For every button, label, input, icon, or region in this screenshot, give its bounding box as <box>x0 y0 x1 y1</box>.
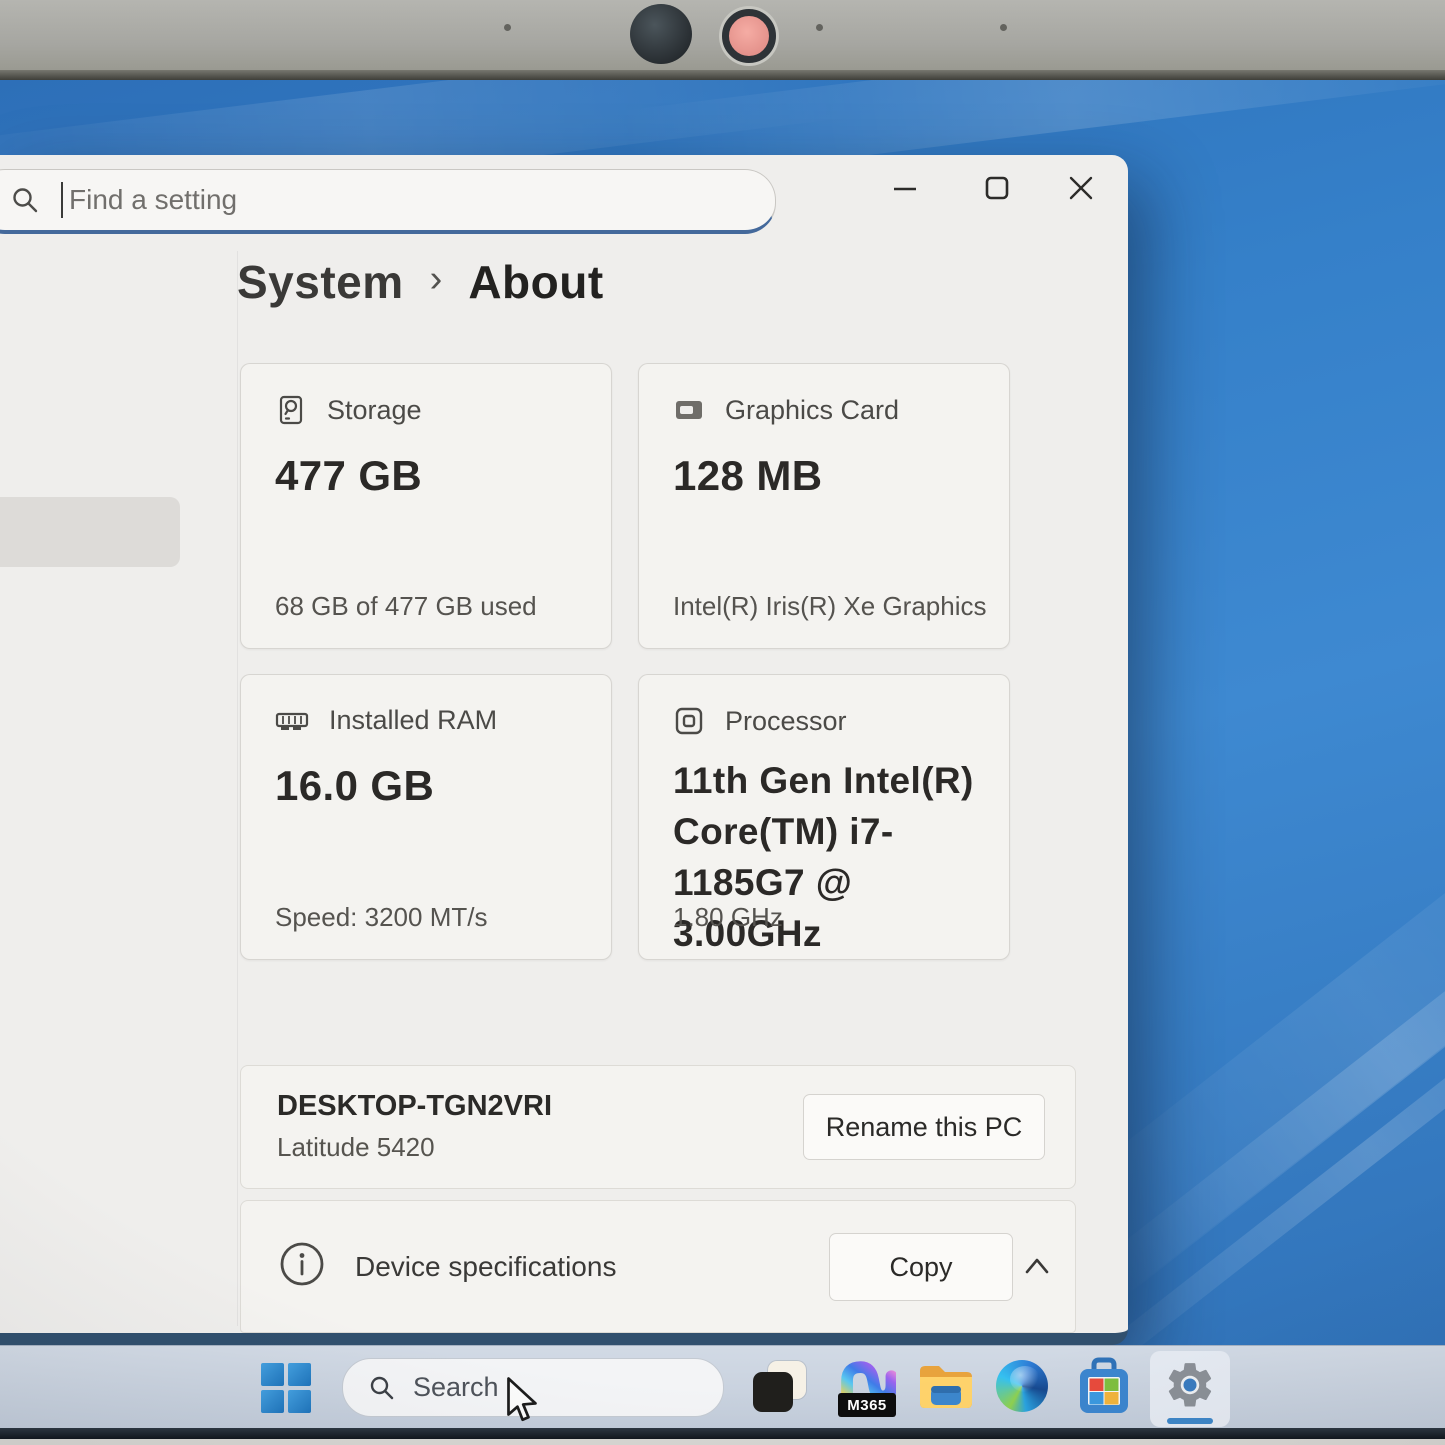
spec-cards: Storage 477 GB 68 GB of 477 GB used Grap… <box>240 363 1010 960</box>
installed-ram-card: Installed RAM 16.0 GB Speed: 3200 MT/s <box>240 674 612 960</box>
microsoft-store-icon <box>1076 1357 1132 1417</box>
copy-button[interactable]: Copy <box>829 1233 1013 1301</box>
graphics-card-card: Graphics Card 128 MB Intel(R) Iris(R) Xe… <box>638 363 1010 649</box>
rename-this-pc-button[interactable]: Rename this PC <box>803 1094 1045 1160</box>
settings-gear-icon <box>1163 1358 1217 1412</box>
webcam-icon <box>630 4 692 64</box>
minimize-button[interactable] <box>890 173 920 203</box>
card-label: Processor <box>725 706 847 737</box>
task-view-icon <box>753 1372 793 1412</box>
mic-hole <box>1000 24 1007 31</box>
gpu-icon <box>673 394 705 426</box>
windows-logo-icon <box>288 1363 311 1386</box>
ram-icon <box>275 706 309 736</box>
device-name-row: DESKTOP-TGN2VRI Latitude 5420 Rename thi… <box>240 1065 1076 1189</box>
info-icon <box>279 1241 325 1287</box>
webcam-lens-icon <box>722 9 776 63</box>
edge-icon <box>996 1360 1048 1412</box>
card-value: 128 MB <box>673 452 975 500</box>
page-title-about: About <box>468 255 603 309</box>
m365-copilot-button[interactable]: M365 <box>838 1359 894 1415</box>
search-icon <box>369 1375 395 1401</box>
mic-hole <box>504 24 511 31</box>
processor-card: Processor 11th Gen Intel(R) Core(TM) i7-… <box>638 674 1010 960</box>
storage-card: Storage 477 GB 68 GB of 477 GB used <box>240 363 612 649</box>
find-a-setting-input[interactable]: Find a setting <box>0 169 776 234</box>
settings-app-button[interactable] <box>1150 1351 1230 1427</box>
windows-logo-icon <box>261 1390 284 1413</box>
card-detail: Intel(R) Iris(R) Xe Graphics <box>673 591 987 622</box>
device-specifications-label: Device specifications <box>355 1251 616 1283</box>
chevron-right-icon: › <box>430 258 443 301</box>
settings-window: Find a setting System › About <box>0 155 1128 1345</box>
maximize-icon <box>982 173 1012 203</box>
minimize-icon <box>890 173 920 203</box>
card-label: Storage <box>327 395 422 426</box>
m365-badge: M365 <box>838 1393 896 1417</box>
mouse-cursor <box>503 1377 541 1425</box>
device-name: DESKTOP-TGN2VRI <box>277 1090 552 1123</box>
card-detail: 1.80 GHz <box>673 902 783 933</box>
cpu-icon <box>673 705 705 737</box>
breadcrumb-system[interactable]: System <box>237 255 404 309</box>
sidebar-selected-item[interactable] <box>0 497 180 567</box>
card-value: 16.0 GB <box>275 762 577 810</box>
card-detail: 68 GB of 477 GB used <box>275 591 537 622</box>
card-detail: Speed: 3200 MT/s <box>275 902 487 933</box>
text-caret <box>61 182 63 218</box>
active-app-indicator <box>1167 1418 1213 1424</box>
sidebar-divider <box>237 251 238 1326</box>
chevron-up-icon[interactable] <box>1021 1253 1053 1279</box>
card-value: 477 GB <box>275 452 577 500</box>
harddrive-icon <box>275 394 307 426</box>
screen-bottom-edge <box>0 1428 1445 1439</box>
task-view-button[interactable] <box>752 1359 808 1415</box>
windows-logo-icon <box>261 1363 284 1386</box>
mic-hole <box>816 24 823 31</box>
find-a-setting-placeholder: Find a setting <box>69 184 237 216</box>
start-button[interactable] <box>261 1363 311 1413</box>
close-icon <box>1066 173 1096 203</box>
taskbar: Search M365 <box>0 1345 1445 1429</box>
search-icon <box>11 186 39 214</box>
device-specifications-row[interactable]: Device specifications Copy <box>240 1200 1076 1333</box>
card-label: Installed RAM <box>329 705 497 736</box>
windows-logo-icon <box>288 1390 311 1413</box>
card-label: Graphics Card <box>725 395 899 426</box>
breadcrumb: System › About <box>237 255 604 309</box>
edge-button[interactable] <box>994 1359 1050 1415</box>
microsoft-store-button[interactable] <box>1076 1357 1132 1413</box>
bottom-bezel <box>0 1439 1445 1445</box>
taskbar-search-placeholder: Search <box>413 1372 499 1403</box>
file-explorer-button[interactable] <box>918 1362 974 1418</box>
device-model: Latitude 5420 <box>277 1132 435 1163</box>
close-button[interactable] <box>1066 173 1096 203</box>
maximize-button[interactable] <box>982 173 1012 203</box>
file-explorer-icon <box>918 1362 974 1412</box>
